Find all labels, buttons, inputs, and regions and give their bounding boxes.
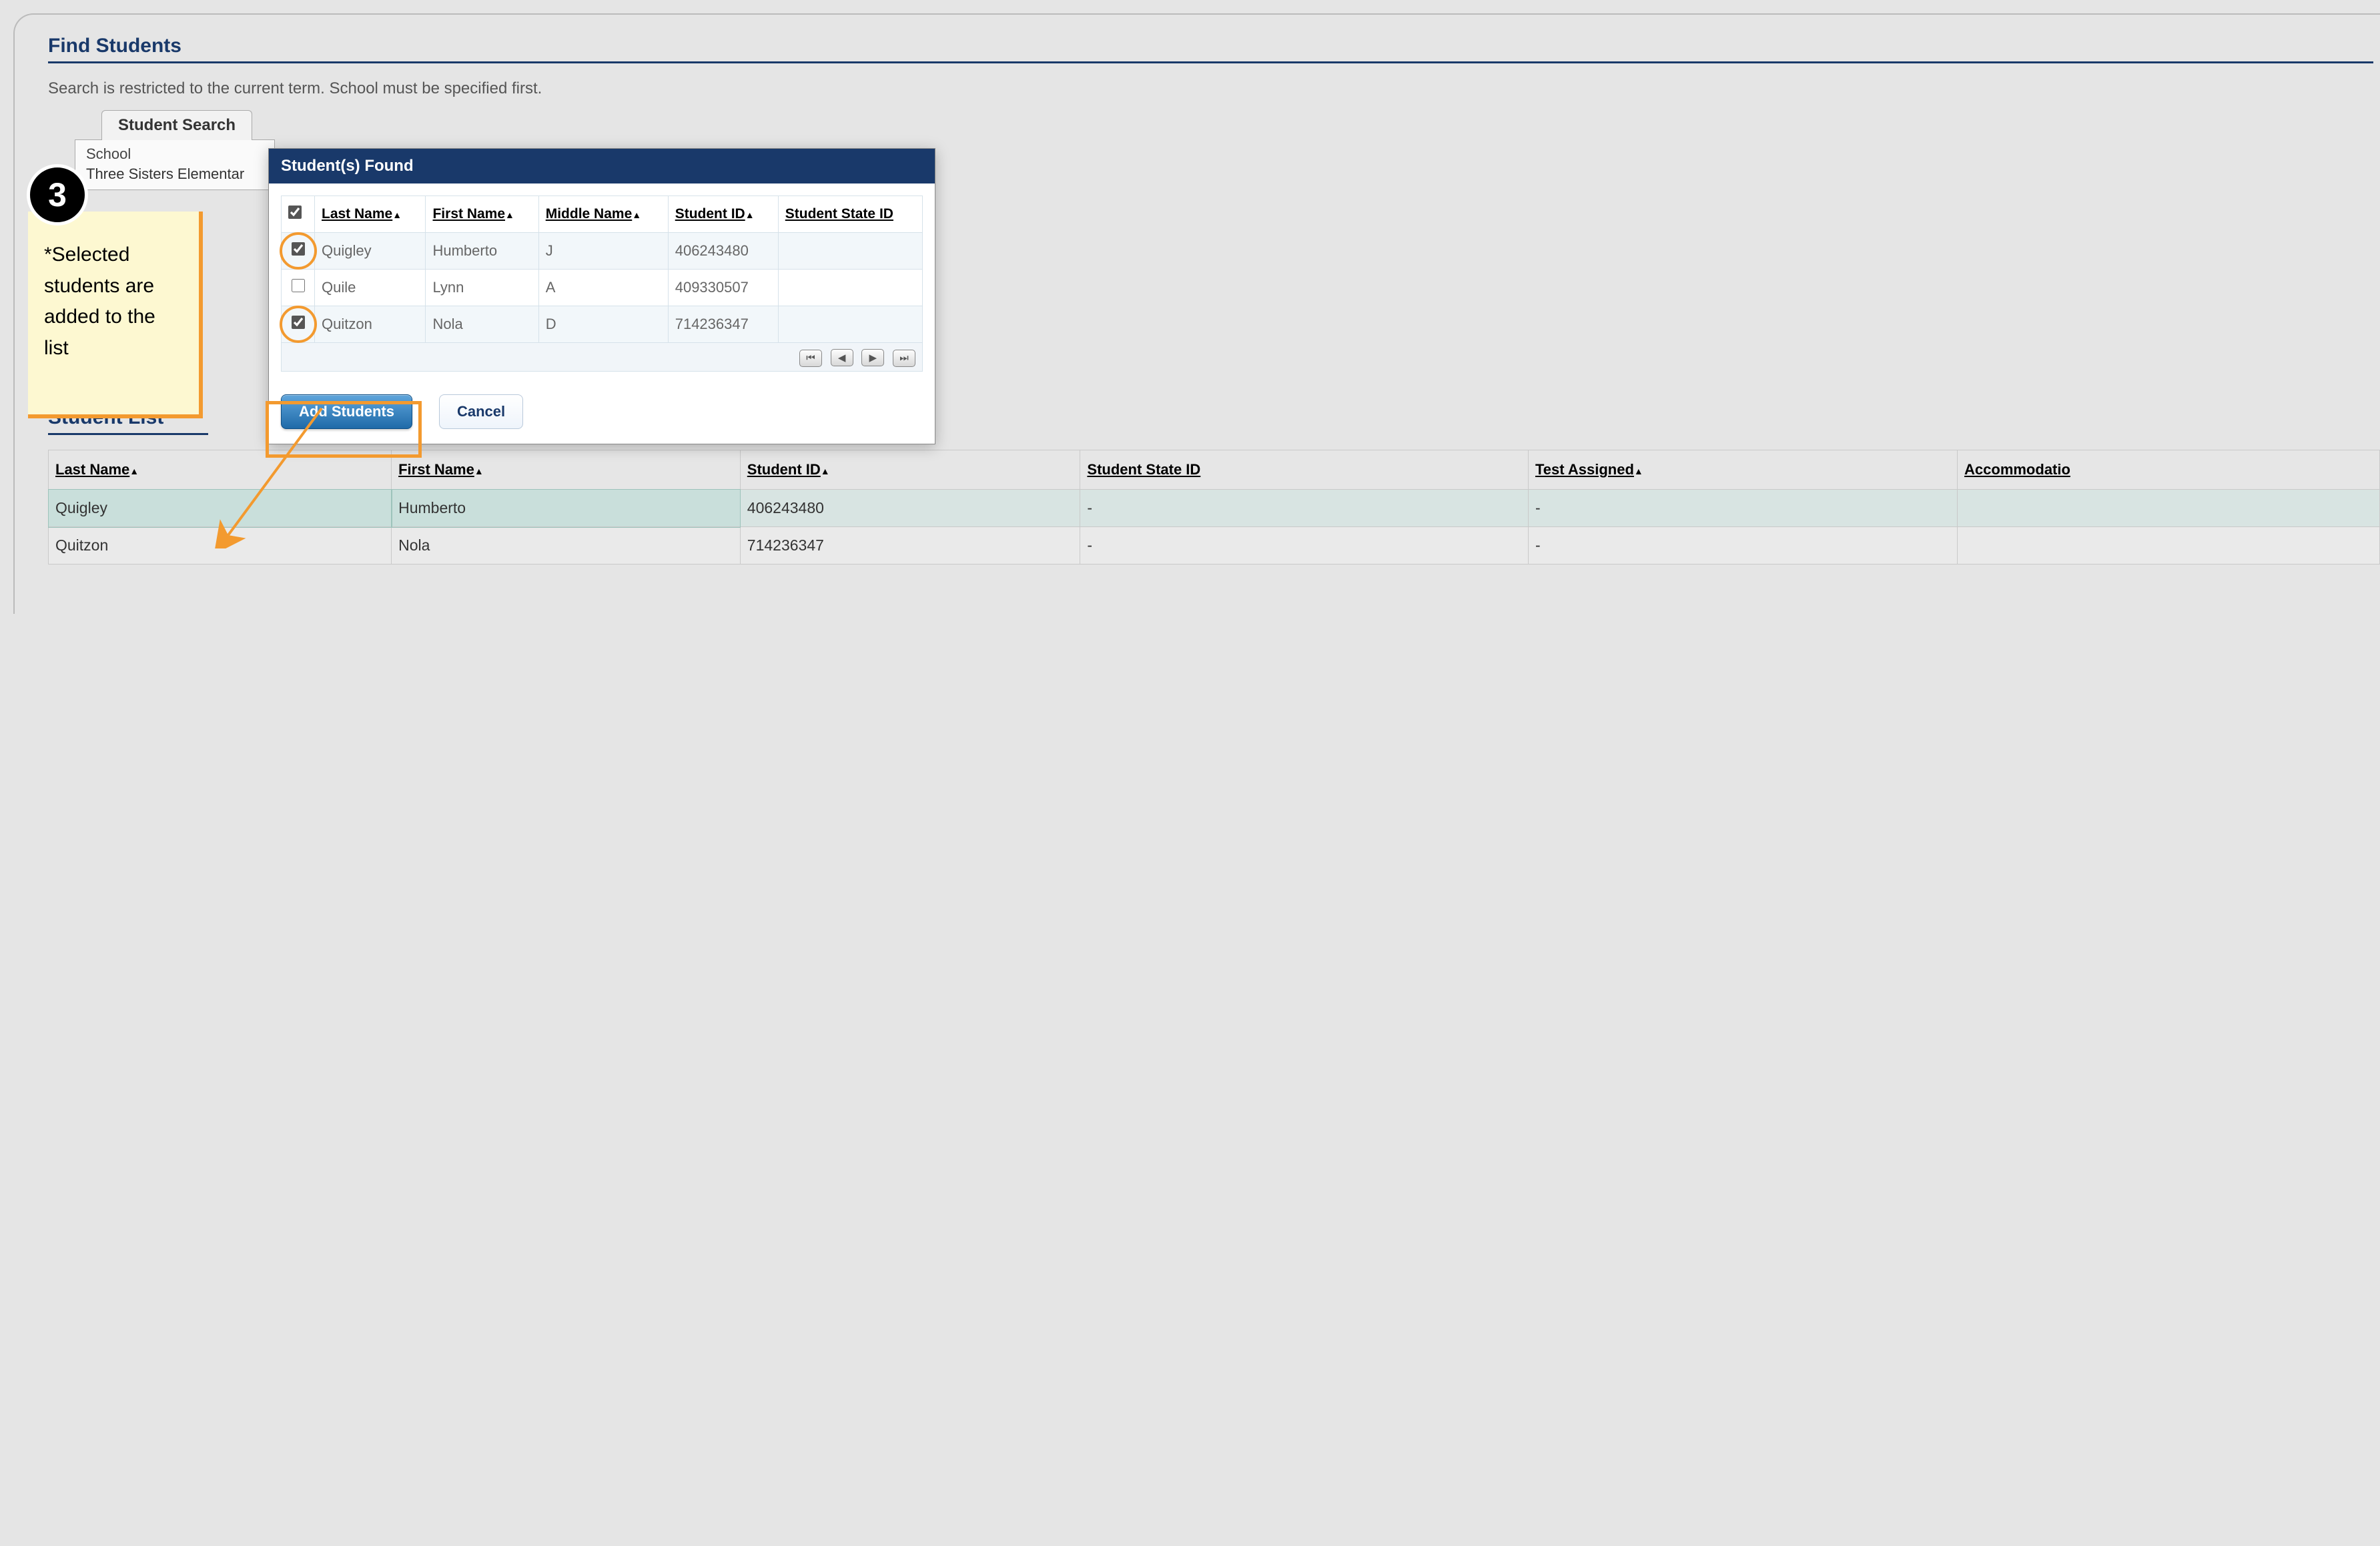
row-checkbox[interactable] bbox=[292, 279, 305, 292]
pager-last-button[interactable]: ⏭ bbox=[893, 350, 915, 367]
list-col-first-name[interactable]: First Name bbox=[392, 450, 741, 490]
cell-student-id: 406243480 bbox=[740, 490, 1080, 527]
table-row: QuitzonNolaD714236347 bbox=[282, 306, 923, 343]
pager-next-button[interactable]: ▶ bbox=[861, 349, 884, 366]
table-row: QuitzonNola714236347-- bbox=[49, 527, 2380, 564]
cell-student-id: 714236347 bbox=[740, 527, 1080, 564]
cell-first-name: Nola bbox=[392, 527, 741, 564]
school-label: School bbox=[86, 145, 264, 163]
callout-note: *Selected students are added to the list bbox=[28, 212, 203, 418]
cell-last-name: Quitzon bbox=[49, 527, 392, 564]
cell-accommodation bbox=[1958, 490, 2380, 527]
tab-student-search[interactable]: Student Search bbox=[101, 110, 252, 140]
search-form-panel: School Three Sisters Elementar bbox=[75, 139, 275, 190]
col-middle-name[interactable]: Middle Name bbox=[538, 196, 668, 233]
table-row: QuigleyHumberto406243480-- bbox=[49, 490, 2380, 527]
cell-student-state-id bbox=[778, 270, 922, 306]
step-badge: 3 bbox=[27, 164, 88, 226]
cancel-button[interactable]: Cancel bbox=[439, 394, 523, 429]
cell-middle-name: A bbox=[538, 270, 668, 306]
cell-last-name: Quile bbox=[315, 270, 426, 306]
pager-prev-button[interactable]: ◀ bbox=[831, 349, 853, 366]
row-checkbox[interactable] bbox=[292, 316, 305, 329]
row-checkbox[interactable] bbox=[292, 242, 305, 256]
table-row: QuigleyHumbertoJ406243480 bbox=[282, 233, 923, 270]
cell-student-id: 406243480 bbox=[668, 233, 778, 270]
cell-accommodation bbox=[1958, 527, 2380, 564]
students-found-modal: Student(s) Found Last Name First Name Mi… bbox=[268, 148, 935, 444]
cell-last-name: Quitzon bbox=[315, 306, 426, 343]
cell-student-state-id: - bbox=[1080, 490, 1529, 527]
col-first-name[interactable]: First Name bbox=[426, 196, 538, 233]
cell-first-name: Lynn bbox=[426, 270, 538, 306]
list-col-test-assigned[interactable]: Test Assigned bbox=[1529, 450, 1958, 490]
cell-last-name: Quigley bbox=[49, 490, 392, 527]
select-all-checkbox[interactable] bbox=[288, 206, 302, 219]
cell-middle-name: J bbox=[538, 233, 668, 270]
list-col-student-state-id[interactable]: Student State ID bbox=[1080, 450, 1529, 490]
list-col-student-id[interactable]: Student ID bbox=[740, 450, 1080, 490]
table-row: QuileLynnA409330507 bbox=[282, 270, 923, 306]
col-last-name[interactable]: Last Name bbox=[315, 196, 426, 233]
modal-title: Student(s) Found bbox=[269, 149, 935, 183]
pager: ⏮ ◀ ▶ ⏭ bbox=[281, 343, 923, 372]
cell-first-name: Humberto bbox=[426, 233, 538, 270]
student-list-table: Last Name First Name Student ID Student … bbox=[48, 450, 2380, 564]
pager-first-button[interactable]: ⏮ bbox=[799, 350, 822, 367]
cell-test-assigned: - bbox=[1529, 490, 1958, 527]
cell-student-state-id: - bbox=[1080, 527, 1529, 564]
find-students-heading: Find Students bbox=[48, 35, 2373, 63]
add-students-button[interactable]: Add Students bbox=[281, 394, 412, 429]
school-value: Three Sisters Elementar bbox=[86, 163, 264, 183]
cell-student-state-id bbox=[778, 306, 922, 343]
list-col-accommodation[interactable]: Accommodatio bbox=[1958, 450, 2380, 490]
cell-student-id: 409330507 bbox=[668, 270, 778, 306]
list-col-last-name[interactable]: Last Name bbox=[49, 450, 392, 490]
cell-middle-name: D bbox=[538, 306, 668, 343]
cell-test-assigned: - bbox=[1529, 527, 1958, 564]
cell-first-name: Nola bbox=[426, 306, 538, 343]
cell-last-name: Quigley bbox=[315, 233, 426, 270]
cell-first-name: Humberto bbox=[392, 490, 741, 527]
cell-student-id: 714236347 bbox=[668, 306, 778, 343]
col-student-id[interactable]: Student ID bbox=[668, 196, 778, 233]
col-student-state-id[interactable]: Student State ID bbox=[778, 196, 922, 233]
students-found-table: Last Name First Name Middle Name Student… bbox=[281, 196, 923, 343]
helper-text: Search is restricted to the current term… bbox=[48, 63, 2380, 110]
cell-student-state-id bbox=[778, 233, 922, 270]
